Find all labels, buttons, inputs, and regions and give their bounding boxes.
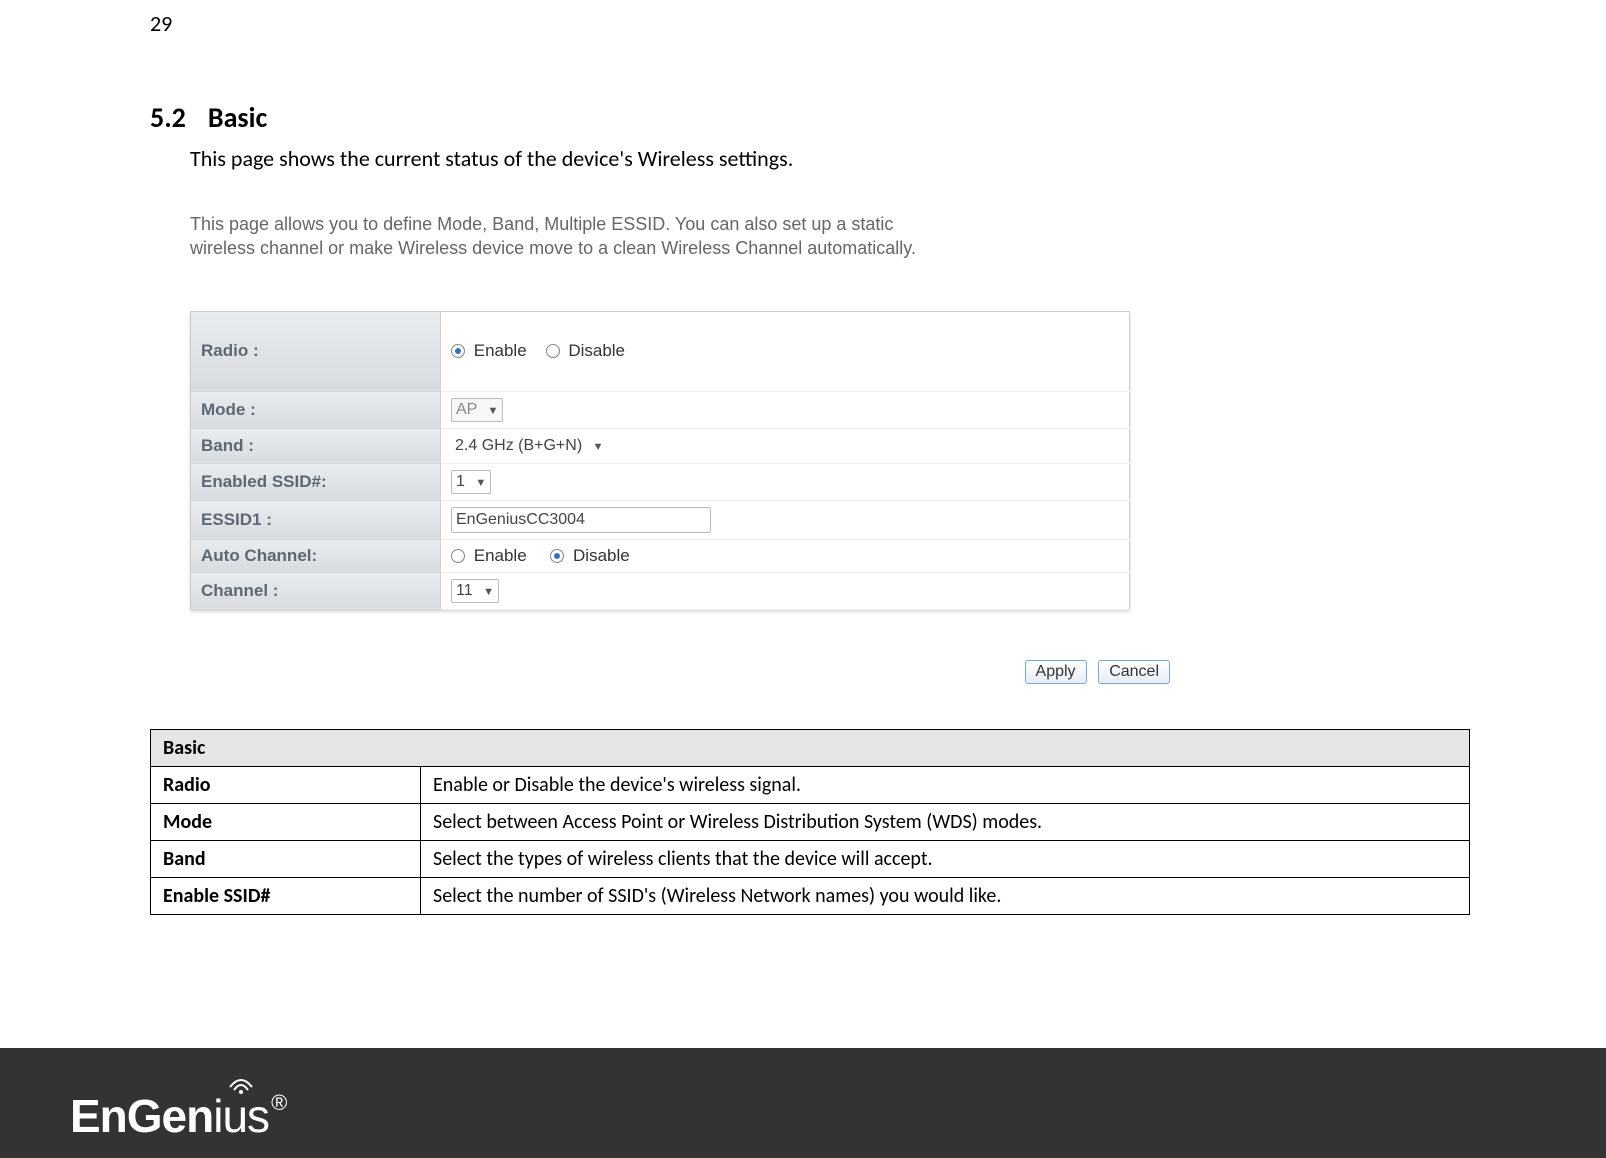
description-table: Basic Radio Enable or Disable the device… <box>150 729 1470 915</box>
desc-val: Select the types of wireless clients tha… <box>421 840 1470 877</box>
main-content: 5.2 Basic This page shows the current sta… <box>150 100 1470 915</box>
table-row: Enable SSID# Select the number of SSID's… <box>151 877 1470 914</box>
radio-disable-label: Disable <box>568 341 625 360</box>
row-mode: Mode : AP ▼ <box>191 391 1130 428</box>
cancel-button[interactable]: Cancel <box>1098 660 1170 684</box>
row-band: Band : 2.4 GHz (B+G+N) ▼ <box>191 428 1130 463</box>
band-select-value: 2.4 GHz (B+G+N) <box>455 437 582 454</box>
auto-disable-dot[interactable] <box>550 549 564 563</box>
section-intro: This page shows the current status of th… <box>190 145 1470 172</box>
desc-val: Select between Access Point or Wireless … <box>421 803 1470 840</box>
desc-key: Radio <box>151 766 421 803</box>
logo-reg: ® <box>271 1090 286 1115</box>
cell-radio: Enable Disable <box>441 311 1130 391</box>
row-auto-channel: Auto Channel: Enable Disable <box>191 539 1130 572</box>
auto-disable-label: Disable <box>573 546 630 565</box>
desc-key: Mode <box>151 803 421 840</box>
mode-select[interactable]: AP ▼ <box>451 398 503 422</box>
section-number: 5.2 <box>150 100 186 135</box>
logo-part1: En <box>70 1090 127 1142</box>
cell-channel: 11 ▼ <box>441 572 1130 609</box>
label-band: Band : <box>191 428 441 463</box>
chevron-down-icon: ▼ <box>483 586 494 598</box>
logo-part2: Gen <box>127 1090 213 1142</box>
label-enabled-ssid: Enabled SSID#: <box>191 463 441 500</box>
desc-key: Enable SSID# <box>151 877 421 914</box>
page-number: 29 <box>150 10 172 37</box>
label-essid1: ESSID1 : <box>191 500 441 539</box>
row-radio: Radio : Enable Disable <box>191 311 1130 391</box>
cell-essid1 <box>441 500 1130 539</box>
enabled-ssid-select[interactable]: 1 ▼ <box>451 470 491 494</box>
section-heading: 5.2 Basic <box>150 100 1470 135</box>
enabled-ssid-value: 1 <box>456 473 465 490</box>
logo-part3: ius <box>213 1090 269 1142</box>
ui-desc-line1: This page allows you to define Mode, Ban… <box>190 214 893 234</box>
label-auto-channel: Auto Channel: <box>191 539 441 572</box>
desc-header-row: Basic <box>151 729 1470 766</box>
cell-auto-channel: Enable Disable <box>441 539 1130 572</box>
auto-enable-label: Enable <box>474 546 527 565</box>
label-channel: Channel : <box>191 572 441 609</box>
radio-enable-dot[interactable] <box>451 344 465 358</box>
chevron-down-icon: ▼ <box>593 441 604 453</box>
mode-select-value: AP <box>456 401 477 418</box>
section-title: Basic <box>208 100 267 135</box>
ui-description: This page allows you to define Mode, Ban… <box>190 212 1110 261</box>
desc-key: Band <box>151 840 421 877</box>
essid1-input[interactable] <box>451 507 711 533</box>
channel-select[interactable]: 11 ▼ <box>451 579 499 603</box>
row-channel: Channel : 11 ▼ <box>191 572 1130 609</box>
radio-enable-label: Enable <box>474 341 527 360</box>
label-radio: Radio : <box>191 311 441 391</box>
button-row: Apply Cancel <box>190 660 1170 684</box>
config-table: Radio : Enable Disable Mode : AP ▼ Band … <box>190 311 1130 610</box>
channel-select-value: 11 <box>456 582 473 599</box>
label-mode: Mode : <box>191 391 441 428</box>
engenius-logo: EnGenius® <box>70 1089 286 1143</box>
ui-desc-line2: wireless channel or make Wireless device… <box>190 238 916 258</box>
desc-val: Enable or Disable the device's wireless … <box>421 766 1470 803</box>
radio-disable-dot[interactable] <box>546 344 560 358</box>
wifi-icon <box>228 1077 254 1095</box>
band-select[interactable]: 2.4 GHz (B+G+N) ▼ <box>451 435 608 457</box>
chevron-down-icon: ▼ <box>488 405 499 417</box>
chevron-down-icon: ▼ <box>475 477 486 489</box>
desc-val: Select the number of SSID's (Wireless Ne… <box>421 877 1470 914</box>
row-enabled-ssid: Enabled SSID#: 1 ▼ <box>191 463 1130 500</box>
table-row: Radio Enable or Disable the device's wir… <box>151 766 1470 803</box>
footer-bar: EnGenius® <box>0 1048 1606 1158</box>
table-row: Band Select the types of wireless client… <box>151 840 1470 877</box>
auto-enable-dot[interactable] <box>451 549 465 563</box>
apply-button[interactable]: Apply <box>1025 660 1087 684</box>
cell-band: 2.4 GHz (B+G+N) ▼ <box>441 428 1130 463</box>
row-essid1: ESSID1 : <box>191 500 1130 539</box>
table-row: Mode Select between Access Point or Wire… <box>151 803 1470 840</box>
desc-header: Basic <box>151 729 1470 766</box>
cell-enabled-ssid: 1 ▼ <box>441 463 1130 500</box>
cell-mode: AP ▼ <box>441 391 1130 428</box>
